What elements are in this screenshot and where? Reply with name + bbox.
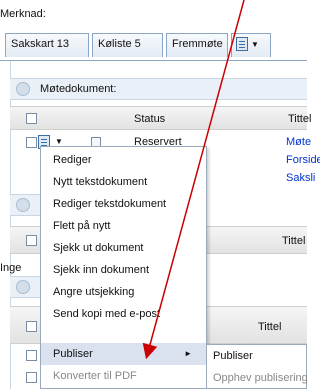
menu-item-rediger[interactable]: Rediger: [41, 149, 206, 171]
menu-item-label: Publiser: [53, 348, 93, 360]
chevron-down-icon[interactable]: ▼: [55, 137, 63, 146]
select-all-checkbox[interactable]: [26, 235, 37, 246]
row-title-link[interactable]: Forside: [286, 154, 320, 166]
tab-koliste[interactable]: Køliste 5: [92, 33, 163, 57]
column-tittel: Tittel: [288, 113, 312, 125]
table-header: Status Tittel: [10, 106, 311, 130]
document-icon: [236, 37, 248, 51]
submenu-arrow-icon: ►: [184, 349, 192, 358]
column-status: Status: [134, 113, 166, 125]
section-header-motedokument[interactable]: Møtedokument:: [10, 78, 307, 100]
submenu-publiser: Publiser Opphev publisering: [206, 344, 308, 389]
menu-item-flett-pa-nytt[interactable]: Flett på nytt: [41, 215, 206, 237]
menu-item-publiser[interactable]: Publiser ►: [41, 343, 206, 365]
row-title-link[interactable]: Saksli: [286, 172, 315, 184]
collapse-icon[interactable]: [16, 280, 30, 294]
row-checkbox[interactable]: [26, 137, 37, 148]
menu-item-sjekk-inn[interactable]: Sjekk inn dokument: [41, 259, 206, 281]
tab-sakskart[interactable]: Sakskart 13: [5, 33, 89, 57]
chevron-down-icon: ▼: [251, 39, 259, 49]
row-checkbox[interactable]: [26, 372, 37, 383]
tab-fremmote[interactable]: Fremmøte: [166, 33, 228, 57]
tab-count: 5: [134, 38, 141, 50]
tab-bar: Sakskart 13 Køliste 5 Fremmøte ▼: [0, 30, 307, 61]
tab-count: 13: [56, 38, 70, 50]
tab-label: Fremmøte: [172, 38, 223, 50]
menu-item-konverter-pdf: Konverter til PDF: [53, 370, 137, 382]
menu-item-rediger-tekstdokument[interactable]: Rediger tekstdokument: [41, 193, 206, 215]
merknad-label: Merknad:: [0, 8, 46, 20]
menu-item-send-kopi[interactable]: Send kopi med e-post: [41, 303, 206, 325]
row-checkbox[interactable]: [26, 350, 37, 361]
submenu-item-opphev-publisering: Opphev publisering: [213, 372, 308, 384]
row-title-link[interactable]: Møte: [286, 136, 311, 148]
menu-item-nytt-tekstdokument[interactable]: Nytt tekstdokument: [41, 171, 206, 193]
submenu-item-publiser[interactable]: Publiser: [207, 345, 308, 367]
section-header-collapsed[interactable]: [10, 276, 40, 298]
select-all-checkbox[interactable]: [26, 321, 37, 332]
context-menu: Rediger Nytt tekstdokument Rediger tekst…: [40, 146, 207, 389]
collapse-icon[interactable]: [16, 82, 30, 96]
column-tittel: Tittel: [258, 321, 282, 333]
tab-document-menu[interactable]: ▼: [231, 33, 271, 57]
section-header-collapsed[interactable]: [10, 194, 40, 216]
tab-label: Sakskart: [11, 38, 54, 50]
select-all-checkbox[interactable]: [26, 113, 37, 124]
collapse-icon[interactable]: [16, 198, 30, 212]
empty-text: Inge: [0, 262, 22, 274]
column-tittel: Tittel: [282, 235, 306, 247]
tab-label: Køliste: [98, 38, 132, 50]
section-title: Møtedokument:: [40, 83, 117, 95]
menu-item-angre-utsjekking[interactable]: Angre utsjekking: [41, 281, 206, 303]
menu-item-sjekk-ut[interactable]: Sjekk ut dokument: [41, 237, 206, 259]
